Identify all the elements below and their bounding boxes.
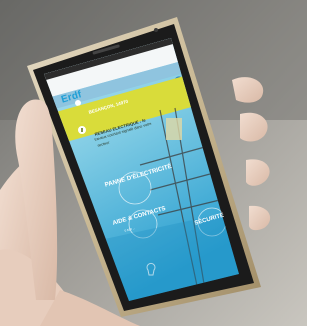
photo-scene: Erdf BESANÇON, 14970 RESEAU ELECTRIQUE :… (0, 0, 307, 326)
camera-icon (154, 28, 158, 32)
scene-graphics (0, 0, 307, 326)
